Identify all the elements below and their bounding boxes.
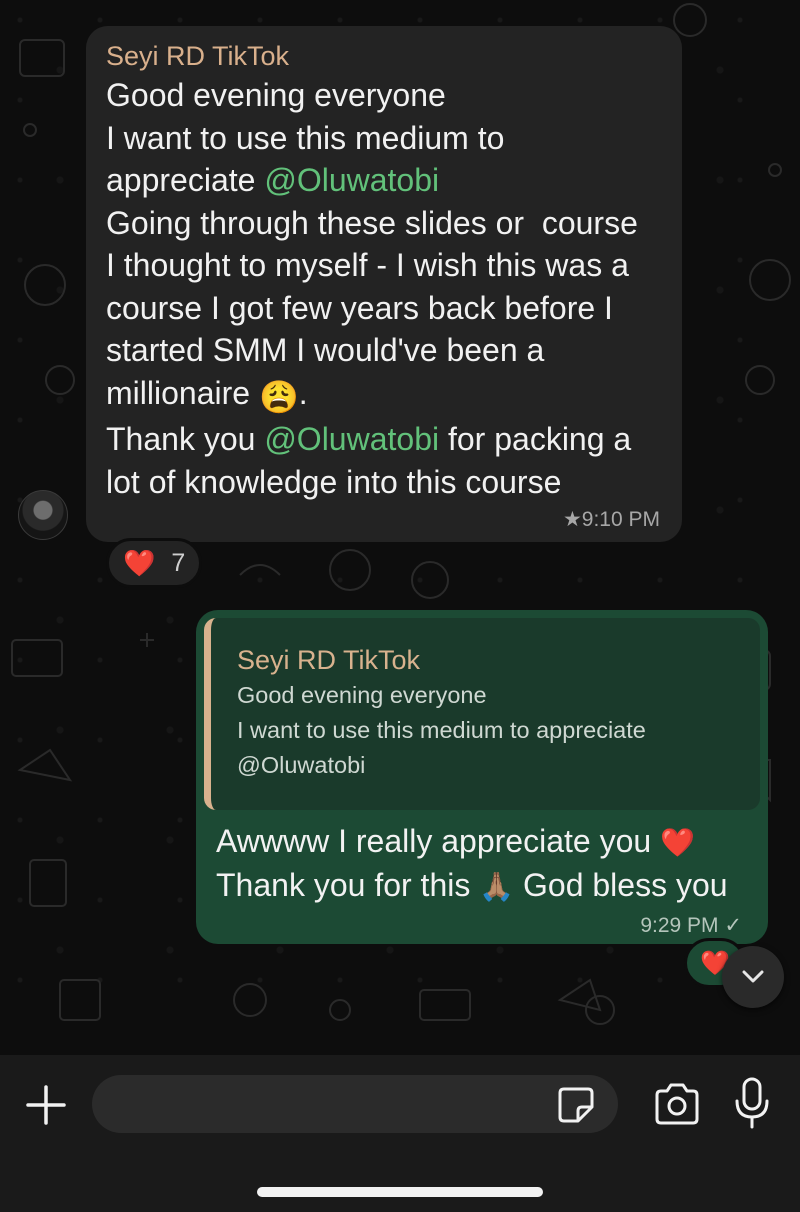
message-time: 9:29 PM [640,914,719,937]
message-line: millionaire 😩. [106,372,662,419]
message-text: Thank you for this [216,867,480,903]
heart-icon: ❤️ [123,547,156,578]
weary-face-emoji: 😩 [258,378,299,415]
outgoing-message-bubble[interactable]: Seyi RD TikTok Good evening everyone I w… [196,610,768,944]
chat-area[interactable]: Seyi RD TikTok Good evening everyone I w… [0,0,800,1055]
message-line: Awwww I really appreciate you ❤️ [216,820,760,864]
message-line: started SMM I would've been a [106,332,545,368]
microphone-icon[interactable] [732,1075,772,1133]
message-time: 9:10 PM [581,508,660,531]
sender-name[interactable]: Seyi RD TikTok [106,38,662,74]
message-text: God bless you [514,867,728,903]
message-text: Awwww I really appreciate you [216,823,661,859]
message-meta: ★9:10 PM [563,507,660,532]
quoted-text: @Oluwatobi [237,752,366,778]
message-line: appreciate @Oluwatobi [106,159,662,202]
quoted-text: I want to use this medium to appreciate [237,717,646,743]
message-line: I thought to myself - I wish this was a [106,247,629,283]
scroll-to-bottom-button[interactable] [722,946,784,1008]
mention-link[interactable]: @Oluwatobi [264,162,439,198]
mention-link[interactable]: @Oluwatobi [264,421,439,457]
message-line: course I got few years back before I [106,289,613,326]
sent-check-icon: ✓ [724,914,742,937]
incoming-message-bubble[interactable]: Seyi RD TikTok Good evening everyone I w… [86,26,682,542]
message-line: I want to use this medium to [106,119,505,156]
message-line: lot of knowledge into this course [106,463,562,500]
message-line: Good evening everyone [106,77,446,113]
star-icon: ★ [562,508,582,531]
heart-emoji: ❤️ [660,827,695,858]
reaction-count: 7 [171,548,186,577]
sender-avatar[interactable] [18,490,68,540]
reply-body: Awwww I really appreciate you ❤️ Thank y… [204,810,760,908]
plus-icon[interactable] [22,1081,70,1129]
reaction-pill[interactable]: ❤️ 7 [106,538,202,588]
message-line: Thank you @Oluwatobi for packing a [106,418,662,461]
message-input[interactable] [92,1075,618,1133]
message-line: Thank you for this 🙏🏽 God bless you [216,864,760,908]
praying-hands-emoji: 🙏🏽 [479,871,515,902]
quoted-message[interactable]: Seyi RD TikTok Good evening everyone I w… [204,618,760,810]
camera-icon[interactable] [652,1081,702,1127]
message-text: millionaire [106,374,259,411]
message-text: appreciate [106,162,265,198]
message-text: . [298,374,308,411]
chevron-down-icon [742,970,764,983]
quoted-sender: Seyi RD TikTok [237,645,421,675]
message-text: for packing a [439,421,632,457]
message-line: Going through these slides or course [106,204,638,241]
sticker-icon[interactable] [556,1085,596,1125]
message-meta: 9:29 PM ✓ [640,913,742,938]
input-bar [0,1055,800,1212]
quoted-text: Good evening everyone [237,682,487,708]
home-indicator [257,1187,543,1197]
message-text: Thank you [106,421,265,457]
